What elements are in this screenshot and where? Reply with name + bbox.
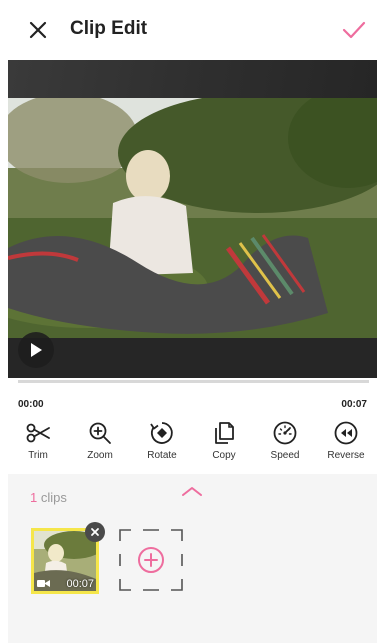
video-frame — [8, 98, 377, 338]
clips-count-number: 1 — [30, 490, 38, 505]
rotate-icon — [150, 422, 173, 444]
rotate-button[interactable]: Rotate — [135, 420, 189, 470]
top-bar: Clip Edit — [8, 0, 377, 60]
remove-clip-button[interactable] — [85, 522, 105, 542]
reverse-label: Reverse — [327, 450, 365, 461]
current-time: 00:00 — [18, 399, 44, 410]
copy-label: Copy — [212, 450, 236, 461]
copy-icon — [215, 422, 234, 444]
rotate-label: Rotate — [147, 450, 177, 461]
scissors-icon — [26, 423, 50, 443]
zoom-label: Zoom — [87, 450, 113, 461]
video-preview[interactable] — [8, 60, 377, 378]
reverse-button[interactable]: Reverse — [319, 420, 373, 470]
confirm-check-icon[interactable] — [341, 18, 367, 42]
close-icon[interactable] — [26, 18, 50, 42]
zoom-button[interactable]: Zoom — [73, 420, 127, 470]
video-letterbox-top — [8, 60, 377, 98]
edit-toolbar: Trim Zoom Rotate Copy Speed Reverse — [8, 418, 377, 473]
chevron-up-icon[interactable] — [180, 484, 204, 498]
speed-label: Speed — [270, 450, 300, 461]
speed-button[interactable]: Speed — [258, 420, 312, 470]
reverse-icon — [334, 421, 358, 445]
trim-label: Trim — [28, 450, 48, 461]
trim-button[interactable]: Trim — [11, 420, 65, 470]
clips-count: 1 clips — [30, 490, 67, 505]
close-icon — [91, 528, 99, 536]
scrub-bar[interactable] — [18, 380, 369, 383]
video-camera-icon — [37, 580, 50, 587]
clips-count-label: clips — [40, 490, 67, 505]
add-clip-button[interactable] — [119, 529, 183, 591]
clips-panel: 1 clips 00:07 — [8, 474, 377, 643]
video-still-image — [8, 98, 377, 338]
page-title: Clip Edit — [70, 18, 148, 39]
video-letterbox-bottom — [8, 338, 377, 378]
clip-duration: 00:07 — [66, 578, 94, 590]
copy-button[interactable]: Copy — [197, 420, 251, 470]
zoom-in-icon — [89, 422, 111, 444]
timeline: 00:00 00:07 — [8, 378, 377, 418]
speed-icon — [273, 421, 297, 445]
total-duration: 00:07 — [341, 399, 367, 410]
play-button[interactable] — [18, 332, 54, 368]
play-icon — [31, 343, 42, 357]
